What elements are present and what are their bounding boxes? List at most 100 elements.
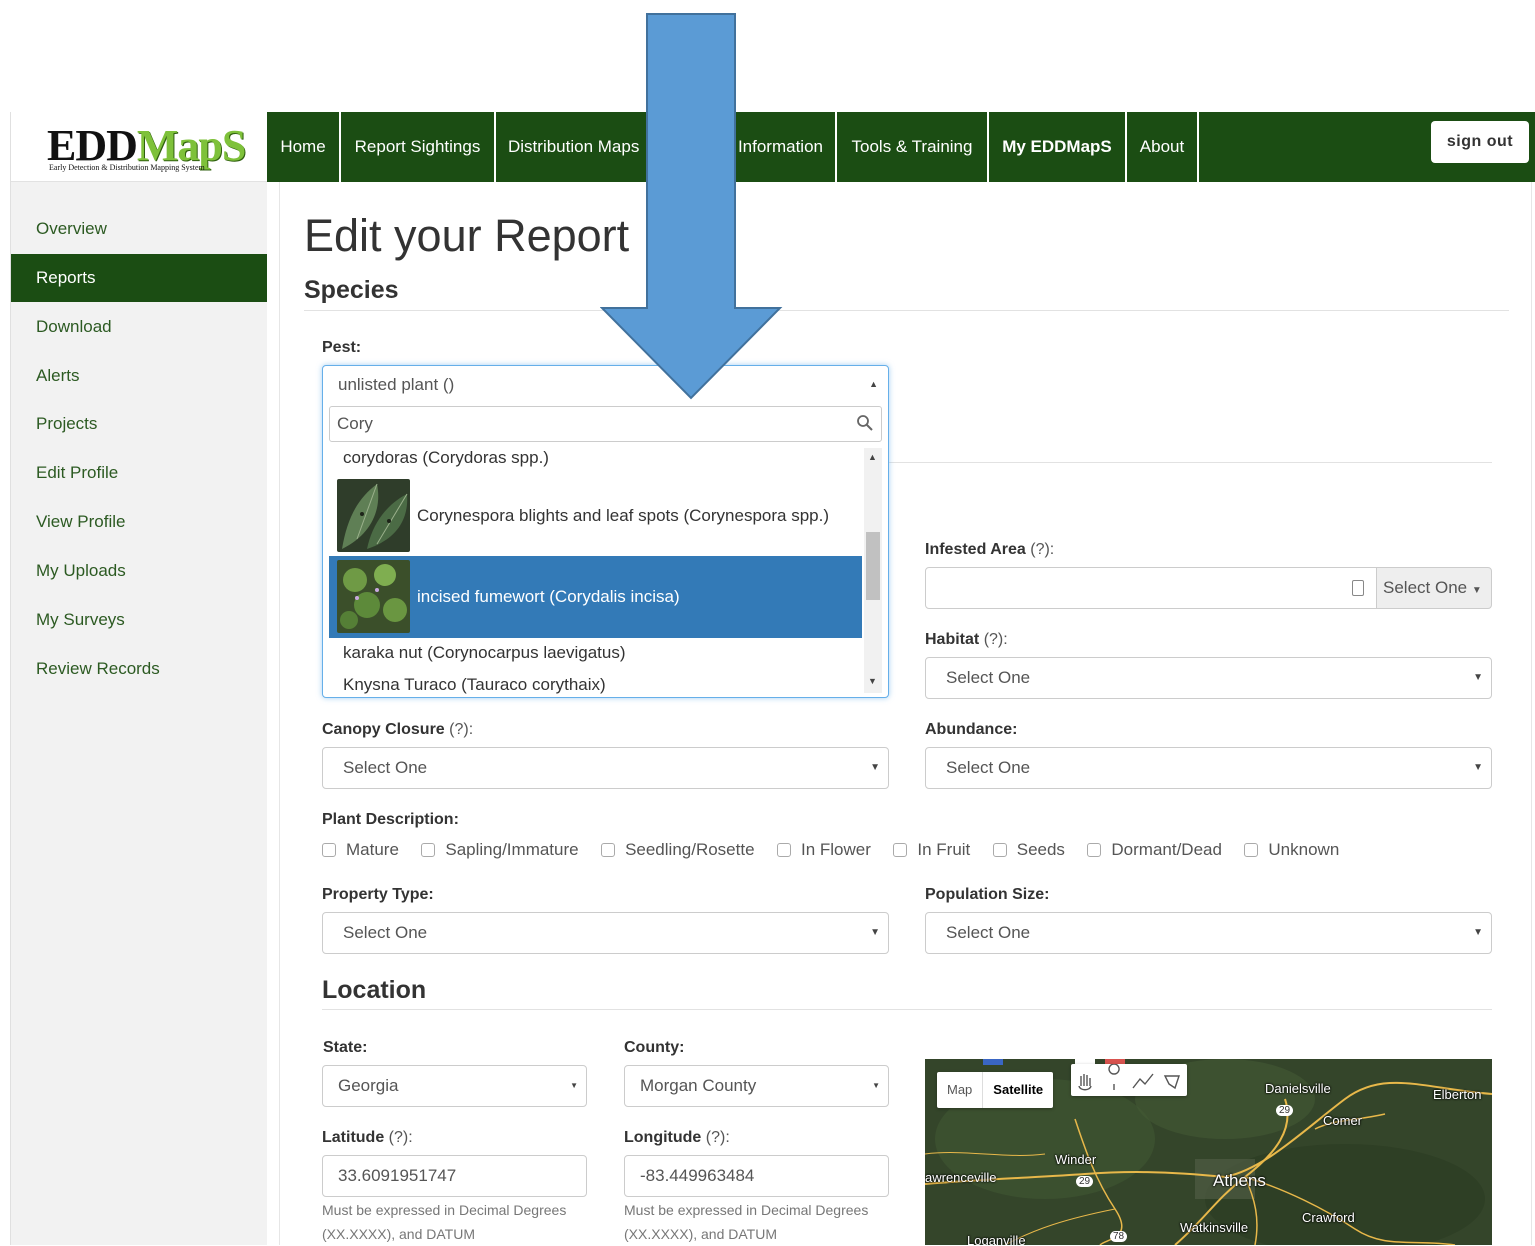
content-right-border	[1531, 182, 1532, 1245]
checkbox-sapling[interactable]: Sapling/Immature	[421, 840, 579, 860]
sidebar-item-edit-profile[interactable]: Edit Profile	[11, 449, 267, 497]
sign-out-button[interactable]: sign out	[1431, 121, 1529, 163]
scroll-up-icon[interactable]: ▲	[868, 452, 877, 462]
chevron-down-icon: ▼	[1471, 585, 1482, 596]
sidebar-item-review-records[interactable]: Review Records	[11, 645, 267, 693]
checkbox-icon[interactable]	[601, 843, 616, 857]
species-thumbnail	[337, 479, 410, 552]
highway-shield: 29	[1276, 1105, 1294, 1116]
checkbox-in-fruit[interactable]: In Fruit	[893, 840, 970, 860]
chevron-up-icon: ▲	[869, 379, 878, 389]
checkbox-in-flower[interactable]: In Flower	[777, 840, 871, 860]
pest-option-highlighted[interactable]: incised fumewort (Corydalis incisa)	[329, 556, 862, 638]
sidebar: Overview Reports Download Alerts Project…	[11, 182, 267, 1245]
scrollbar-thumb[interactable]	[866, 532, 880, 600]
pest-label: Pest:	[322, 339, 362, 356]
sidebar-item-view-profile[interactable]: View Profile	[11, 498, 267, 546]
satellite-button[interactable]: Satellite	[982, 1072, 1053, 1108]
checkbox-icon[interactable]	[777, 843, 791, 857]
checkbox-dormant[interactable]: Dormant/Dead	[1087, 840, 1222, 860]
pest-option[interactable]: Knysna Turaco (Tauraco corythaix)	[329, 674, 862, 697]
sidebar-item-my-uploads[interactable]: My Uploads	[11, 547, 267, 595]
pest-option[interactable]: karaka nut (Corynocarpus laevigatus)	[329, 642, 862, 666]
population-size-label: Population Size:	[925, 886, 1050, 903]
longitude-input[interactable]: -83.449963484	[624, 1155, 889, 1197]
location-divider	[322, 1009, 1492, 1010]
search-icon	[857, 415, 873, 431]
scroll-down-icon[interactable]: ▼	[868, 676, 877, 686]
pest-option[interactable]: corydoras (Corydoras spp.)	[329, 448, 862, 470]
sidebar-item-reports[interactable]: Reports	[11, 254, 267, 302]
sidebar-item-projects[interactable]: Projects	[11, 400, 267, 448]
map-drawing-tools	[1071, 1063, 1187, 1096]
infested-area-label: Infested Area (?):	[925, 541, 1055, 558]
polygon-icon	[1163, 1075, 1180, 1090]
sidebar-item-download[interactable]: Download	[11, 303, 267, 351]
checkbox-icon[interactable]	[1244, 843, 1259, 857]
nav-home[interactable]: Home	[267, 112, 341, 182]
site-logo[interactable]: EDDMapS Early Detection & Distribution M…	[11, 112, 267, 182]
nav-my-eddmaps[interactable]: My EDDMapS	[989, 112, 1127, 182]
latitude-input[interactable]: 33.6091951747	[322, 1155, 587, 1197]
checkbox-unknown[interactable]: Unknown	[1244, 840, 1339, 860]
chevron-down-icon: ▼	[1473, 927, 1483, 938]
pest-search-input[interactable]: Cory	[329, 406, 882, 442]
population-size-select[interactable]: Select One ▼	[925, 912, 1492, 954]
map-label-loganville: Loganville	[967, 1233, 1026, 1245]
checkbox-icon[interactable]	[421, 843, 436, 857]
map-label-comer: Comer	[1323, 1113, 1363, 1128]
checkbox-icon[interactable]	[893, 843, 908, 857]
hand-pan-icon	[1078, 1074, 1092, 1091]
habitat-select[interactable]: Select One ▼	[925, 657, 1492, 699]
number-spinner-icon	[1352, 580, 1364, 596]
sidebar-item-alerts[interactable]: Alerts	[11, 352, 267, 400]
checkbox-icon[interactable]	[322, 843, 336, 857]
nav-tools-training[interactable]: Tools & Training	[837, 112, 989, 182]
map-label-watkinsville: Watkinsville	[1180, 1220, 1249, 1235]
map-label-danielsville: Danielsville	[1265, 1081, 1331, 1096]
polyline-icon	[1132, 1073, 1154, 1089]
nav-about[interactable]: About	[1127, 112, 1199, 182]
map-label-crawford: Crawford	[1302, 1210, 1355, 1225]
checkbox-icon[interactable]	[992, 843, 1007, 857]
sidebar-item-overview[interactable]: Overview	[11, 205, 267, 253]
county-select[interactable]: Morgan County ▼	[624, 1065, 889, 1107]
checkbox-mature[interactable]: Mature	[322, 840, 399, 860]
highway-shield: 78	[1110, 1231, 1128, 1242]
longitude-help-text: Must be expressed in Decimal Degrees (XX…	[624, 1202, 869, 1242]
abundance-select[interactable]: Select One ▼	[925, 747, 1492, 789]
sidebar-item-my-surveys[interactable]: My Surveys	[11, 596, 267, 644]
location-map[interactable]: Map Satellite Danielsville Elberton Comer…	[925, 1059, 1492, 1245]
highway-shield: 29	[1076, 1176, 1094, 1187]
canopy-closure-label: Canopy Closure (?):	[322, 721, 474, 738]
logo-tagline: Early Detection & Distribution Mapping S…	[49, 163, 205, 172]
checkbox-icon[interactable]	[1087, 843, 1102, 857]
map-label-elberton: Elberton	[1433, 1087, 1482, 1102]
habitat-label: Habitat (?):	[925, 631, 1008, 648]
nav-report-sightings[interactable]: Report Sightings	[341, 112, 496, 182]
chevron-down-icon: ▼	[1473, 762, 1483, 773]
down-arrow-annotation	[600, 13, 783, 400]
pest-option[interactable]: Corynespora blights and leaf spots (Cory…	[329, 476, 862, 556]
checkbox-seeds[interactable]: Seeds	[992, 840, 1065, 860]
canopy-closure-select[interactable]: Select One ▼	[322, 747, 889, 789]
location-heading: Location	[322, 976, 427, 1004]
latitude-help-text: Must be expressed in Decimal Degrees (XX…	[322, 1202, 567, 1242]
chevron-down-icon: ▼	[1473, 672, 1483, 683]
map-label-athens: Athens	[1213, 1171, 1266, 1190]
map-button[interactable]: Map	[937, 1072, 982, 1108]
state-select[interactable]: Georgia ▼	[322, 1065, 587, 1107]
chevron-down-icon: ▼	[570, 1081, 578, 1090]
checkbox-seedling[interactable]: Seedling/Rosette	[601, 840, 755, 860]
dropdown-scrollbar[interactable]: ▲ ▼	[864, 448, 882, 693]
abundance-label: Abundance:	[925, 721, 1018, 738]
chevron-down-icon: ▼	[870, 762, 880, 773]
infested-area-input[interactable]	[925, 567, 1377, 609]
content-left-border	[279, 182, 280, 1245]
property-type-select[interactable]: Select One ▼	[322, 912, 889, 954]
top-navigation: Home Report Sightings Distribution Maps …	[267, 112, 1535, 182]
state-label: State:	[323, 1039, 368, 1056]
pest-select[interactable]: unlisted plant () ▲ Cory corydoras (Cory…	[322, 365, 889, 698]
section-divider	[889, 462, 1492, 463]
infested-area-unit-select[interactable]: Select One ▼	[1376, 567, 1492, 609]
